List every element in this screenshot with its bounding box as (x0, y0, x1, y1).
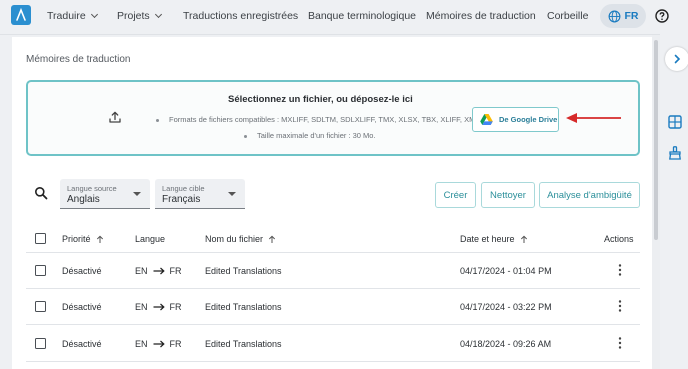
grid-plus-icon[interactable] (668, 115, 682, 129)
nav-saved-translations[interactable]: Traductions enregistrées (183, 10, 298, 22)
arrow-right-icon (153, 340, 165, 348)
row-target-language: FR (169, 266, 182, 276)
select-all-checkbox[interactable] (35, 233, 46, 244)
column-header-priority[interactable]: Priorité (62, 234, 104, 244)
source-language-label: Langue source (67, 184, 117, 193)
nav-trash[interactable]: Corbeille (547, 10, 588, 22)
nav-saved-translations-label: Traductions enregistrées (183, 10, 299, 22)
row-checkbox[interactable] (35, 265, 46, 276)
annotation-arrow-icon (566, 113, 621, 123)
brush-icon[interactable] (668, 146, 682, 160)
row-source-language: EN (135, 266, 148, 276)
row-checkbox[interactable] (35, 301, 46, 312)
row-divider (26, 324, 640, 325)
create-button[interactable]: Créer (435, 182, 476, 208)
sort-up-icon (520, 235, 527, 243)
row-datetime: 04/17/2024 - 01:04 PM (460, 266, 552, 276)
row-source-language: EN (135, 339, 148, 349)
row-filename[interactable]: Edited Translations (205, 302, 282, 312)
caret-down-icon (133, 192, 141, 196)
top-navigation-bar: Traduire Projets Traductions enregistrée… (0, 0, 688, 34)
row-priority: Désactivé (62, 339, 102, 349)
nav-projects-menu[interactable]: Projets (117, 10, 162, 22)
scrollbar-thumb[interactable] (654, 40, 658, 240)
dropzone-formats-text: Formats de fichiers compatibles : MXLIFF… (169, 115, 482, 124)
row-filename[interactable]: Edited Translations (205, 339, 282, 349)
target-language-select[interactable]: Langue cible Français (155, 179, 245, 209)
column-header-filename-label: Nom du fichier (205, 234, 264, 244)
arrow-right-icon (153, 267, 165, 275)
column-header-priority-label: Priorité (62, 234, 91, 244)
nav-projects-label: Projets (117, 10, 150, 22)
expand-panel-button[interactable] (665, 47, 688, 71)
upload-icon (109, 111, 121, 123)
dropzone-title: Sélectionnez un fichier, ou déposez-le i… (228, 94, 413, 105)
row-priority: Désactivé (62, 266, 102, 276)
logo-icon[interactable] (11, 5, 31, 25)
column-header-actions: Actions (604, 234, 634, 244)
row-datetime: 04/18/2024 - 09:26 AM (460, 339, 552, 349)
row-language: EN FR (135, 339, 182, 349)
kebab-menu-icon[interactable] (618, 300, 622, 312)
language-code: FR (624, 10, 639, 22)
nav-divider (0, 34, 660, 35)
row-datetime: 04/17/2024 - 03:22 PM (460, 302, 552, 312)
google-drive-icon (480, 114, 493, 125)
column-header-actions-label: Actions (604, 234, 634, 244)
sort-up-icon (96, 235, 103, 243)
row-language: EN FR (135, 266, 182, 276)
chevron-down-icon (154, 10, 162, 19)
kebab-menu-icon[interactable] (618, 264, 622, 276)
column-header-language-label: Langue (135, 234, 166, 244)
nav-term-bank-label: Banque terminologique (308, 10, 416, 22)
row-divider (26, 252, 640, 253)
row-target-language: FR (169, 302, 182, 312)
column-header-filename[interactable]: Nom du fichier (205, 234, 276, 244)
chevron-right-icon (674, 54, 681, 64)
nav-term-bank[interactable]: Banque terminologique (308, 10, 416, 22)
row-divider (26, 361, 640, 362)
sort-up-icon (268, 235, 276, 243)
ambiguity-analysis-button[interactable]: Analyse d'ambigüité (539, 182, 640, 208)
language-switcher[interactable]: FR (600, 4, 646, 28)
bullet-dot (156, 118, 159, 122)
row-language: EN FR (135, 302, 182, 312)
google-drive-button[interactable]: De Google Drive (472, 107, 559, 132)
page-title: Mémoires de traduction (26, 54, 131, 65)
caret-down-icon (228, 192, 236, 196)
column-header-datetime[interactable]: Date et heure (460, 234, 528, 244)
help-icon[interactable] (655, 9, 669, 23)
search-icon[interactable] (34, 186, 48, 200)
row-divider (26, 288, 640, 289)
nav-translate-menu[interactable]: Traduire (47, 10, 98, 22)
source-language-value: Anglais (67, 194, 100, 205)
bullet-dot (244, 134, 247, 138)
target-language-value: Français (162, 194, 201, 205)
row-target-language: FR (169, 339, 182, 349)
nav-translate-label: Traduire (47, 10, 86, 22)
row-source-language: EN (135, 302, 148, 312)
kebab-menu-icon[interactable] (618, 337, 622, 349)
chevron-down-icon (90, 10, 98, 19)
row-priority: Désactivé (62, 302, 102, 312)
column-header-datetime-label: Date et heure (460, 234, 515, 244)
source-language-select[interactable]: Langue source Anglais (60, 179, 150, 209)
row-filename[interactable]: Edited Translations (205, 266, 282, 276)
arrow-right-icon (153, 303, 165, 311)
google-drive-label: De Google Drive (499, 115, 558, 124)
row-checkbox[interactable] (35, 338, 46, 349)
right-rail (660, 35, 688, 369)
dropzone-formats: Formats de fichiers compatibles : MXLIFF… (156, 115, 482, 124)
dropzone-max-size: Taille maximale d'un fichier : 30 Mo. (244, 131, 376, 140)
column-header-language: Langue (135, 234, 165, 244)
dropzone-max-size-text: Taille maximale d'un fichier : 30 Mo. (257, 131, 376, 140)
nav-translation-memories-label: Mémoires de traduction (426, 10, 536, 22)
nav-trash-label: Corbeille (547, 10, 589, 22)
globe-icon (608, 10, 620, 22)
target-language-label: Langue cible (162, 184, 205, 193)
nav-translation-memories[interactable]: Mémoires de traduction (426, 10, 536, 22)
clean-button[interactable]: Nettoyer (481, 182, 535, 208)
